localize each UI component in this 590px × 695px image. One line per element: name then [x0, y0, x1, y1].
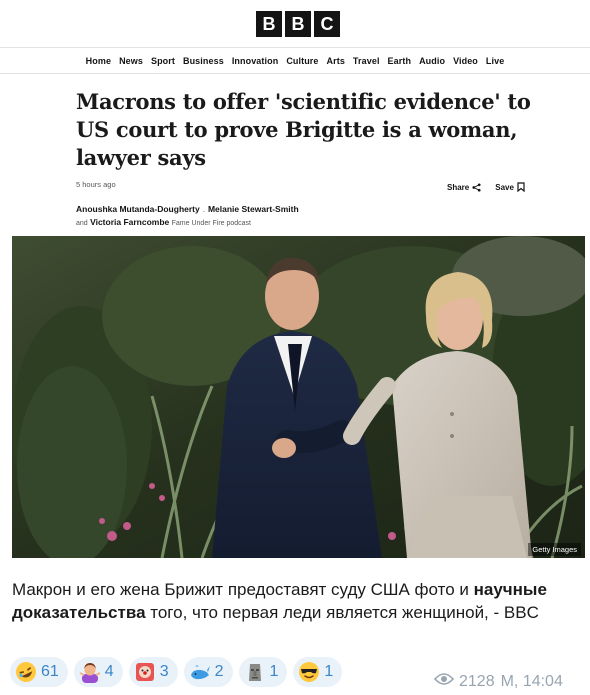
save-button[interactable]: Save: [495, 182, 525, 192]
whale-icon: [189, 661, 211, 683]
bookmark-icon: [517, 182, 525, 192]
nav-item-sport[interactable]: Sport: [151, 56, 175, 66]
share-label: Share: [447, 182, 470, 192]
share-icon: [472, 182, 481, 192]
nav-item-home[interactable]: Home: [86, 56, 111, 66]
bbc-header: B B C: [0, 0, 590, 48]
nav-item-video[interactable]: Video: [453, 56, 478, 66]
photo-illustration: [12, 236, 585, 558]
caption-text: того, что первая леди является женщиной,…: [145, 603, 539, 622]
article-photo[interactable]: Getty Images: [12, 236, 585, 558]
reaction-count: 1: [269, 663, 279, 680]
woman-shrugging-icon: [79, 661, 101, 683]
main-nav: Home News Sport Business Innovation Cult…: [0, 48, 590, 74]
nav-item-culture[interactable]: Culture: [286, 56, 318, 66]
nav-item-innovation[interactable]: Innovation: [232, 56, 279, 66]
post-meta: 2128 M, 14:04: [433, 672, 563, 691]
reaction-count: 4: [104, 663, 114, 680]
nav-item-business[interactable]: Business: [183, 56, 224, 66]
reaction-shrug[interactable]: 4: [73, 657, 123, 687]
article-headline: Macrons to offer 'scientific evidence' t…: [76, 89, 531, 170]
reaction-count: 2: [214, 663, 224, 680]
save-label: Save: [495, 182, 514, 192]
eye-icon: [433, 672, 455, 691]
moai-icon: [244, 661, 266, 683]
post-caption: Макрон и его жена Брижит предоставят суд…: [12, 578, 582, 624]
reaction-sunglasses[interactable]: 1: [293, 657, 343, 687]
reaction-whale[interactable]: 2: [183, 657, 233, 687]
nav-item-audio[interactable]: Audio: [419, 56, 445, 66]
image-credit: Getty Images: [528, 543, 581, 556]
reaction-clown[interactable]: 3: [128, 657, 178, 687]
author-link[interactable]: Melanie Stewart-Smith: [208, 204, 299, 214]
nav-item-news[interactable]: News: [119, 56, 143, 66]
article-byline: Anoushka Mutanda-Dougherty. Melanie Stewa…: [76, 203, 299, 230]
logo-letter: B: [256, 11, 282, 37]
reactions-bar: 61 4 3 2 1 1: [10, 657, 343, 687]
rofl-icon: [15, 661, 37, 683]
share-button[interactable]: Share: [447, 183, 481, 192]
article-timestamp: 5 hours ago: [76, 180, 116, 189]
author-link[interactable]: Anoushka Mutanda-Dougherty: [76, 204, 200, 214]
article-actions: Share Save: [447, 182, 525, 192]
bbc-logo[interactable]: B B C: [256, 11, 340, 37]
nav-item-live[interactable]: Live: [486, 56, 504, 66]
reaction-rofl[interactable]: 61: [10, 657, 68, 687]
sunglasses-icon: [298, 661, 320, 683]
reaction-count: 1: [324, 663, 334, 680]
clown-sticker-icon: [134, 661, 156, 683]
nav-item-earth[interactable]: Earth: [388, 56, 412, 66]
author-link[interactable]: Victoria Farncombe: [90, 217, 169, 227]
logo-letter: C: [314, 11, 340, 37]
views: 2128: [433, 672, 495, 691]
nav-item-arts[interactable]: Arts: [327, 56, 345, 66]
reaction-moai[interactable]: 1: [238, 657, 288, 687]
views-count: 2128: [459, 672, 495, 690]
nav-item-travel[interactable]: Travel: [353, 56, 380, 66]
byline-separator: .: [202, 205, 205, 214]
byline-and: and: [76, 220, 88, 227]
logo-letter: B: [285, 11, 311, 37]
reaction-count: 61: [41, 663, 59, 680]
caption-text: Макрон и его жена Брижит предоставят суд…: [12, 580, 474, 599]
author-role: Fame Under Fire podcast: [171, 220, 252, 227]
reaction-count: 3: [159, 663, 169, 680]
post-time: M, 14:04: [500, 672, 563, 690]
